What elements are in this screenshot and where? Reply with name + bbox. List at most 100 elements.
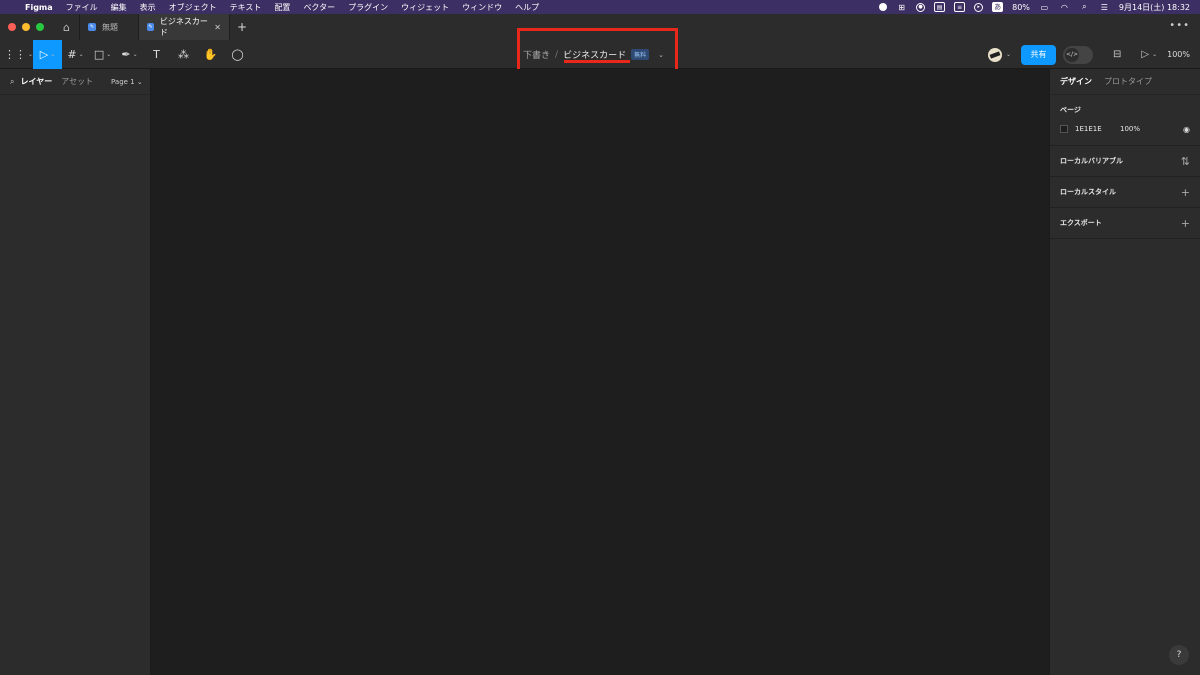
menu-file[interactable]: ファイル	[66, 2, 98, 13]
main-menu-button[interactable]: ⋮⋮ ⌄	[4, 40, 33, 69]
components-icon: ⁂	[178, 48, 190, 61]
tab-prototype[interactable]: プロトタイプ	[1104, 76, 1152, 87]
page-section-title: ページ	[1060, 106, 1081, 114]
note-status-icon[interactable]: ≡	[954, 2, 966, 12]
figma-file-icon: ✎	[147, 23, 154, 31]
more-options-icon[interactable]: •••	[1169, 20, 1190, 31]
section-title: ローカルバリアブル	[1060, 157, 1123, 165]
avatar[interactable]	[987, 47, 1002, 62]
tab-business-card[interactable]: ✎ ビジネスカード ✕	[139, 14, 230, 40]
share-button[interactable]: 共有	[1021, 44, 1056, 65]
chevron-down-icon: ⌄	[132, 51, 138, 58]
battery-percent[interactable]: 80%	[1012, 3, 1030, 12]
highlight-underline	[564, 60, 630, 63]
menu-arrange[interactable]: 配置	[274, 2, 290, 13]
design-panel: デザイン プロトタイプ ページ 1E1E1E 100% ◉ ローカルバリアブル …	[1049, 69, 1200, 675]
design-panel-tabs: デザイン プロトタイプ	[1050, 69, 1200, 95]
menu-view[interactable]: 表示	[140, 2, 156, 13]
chevron-down-icon: ⌄	[136, 77, 143, 86]
code-icon: </>	[1065, 47, 1079, 62]
pen-icon: ✒	[121, 48, 131, 61]
menu-edit[interactable]: 編集	[111, 2, 127, 13]
pen-tool-button[interactable]: ✒ ⌄	[116, 40, 143, 69]
tab-untitled[interactable]: ✎ 無題	[80, 14, 139, 40]
zoom-window-icon[interactable]	[36, 23, 44, 31]
input-method-icon[interactable]: あ	[992, 2, 1004, 12]
tab-layers[interactable]: レイヤー	[20, 76, 52, 87]
move-tool-button[interactable]: ▷ ⌄	[33, 40, 63, 69]
toolbar-right: ⌄ 共有 </> ⊟ ▷ ⌄ 100%	[987, 40, 1200, 69]
layers-panel: ⌕ レイヤー アセット Page 1 ⌄	[0, 69, 151, 675]
section-title: ローカルスタイル	[1060, 188, 1116, 196]
dev-mode-toggle[interactable]: </>	[1063, 45, 1093, 64]
extension-status-icon[interactable]: ●	[916, 2, 926, 12]
menu-object[interactable]: オブジェクト	[169, 2, 217, 13]
layers-panel-header: ⌕ レイヤー アセット Page 1 ⌄	[0, 69, 150, 95]
hand-tool-button[interactable]: ✋	[197, 40, 224, 69]
play-status-icon[interactable]: ▸	[974, 2, 984, 12]
wifi-icon[interactable]: ◠	[1059, 2, 1070, 12]
search-icon[interactable]: ⌕	[10, 77, 14, 87]
spotlight-search-icon[interactable]: ⌕	[1079, 2, 1090, 12]
menu-widgets[interactable]: ウィジェット	[401, 2, 449, 13]
app-menu[interactable]: Figma	[25, 3, 53, 12]
text-tool-button[interactable]: T	[143, 40, 170, 69]
present-icon[interactable]: ▷	[1141, 49, 1149, 60]
window-controls	[0, 23, 44, 31]
close-window-icon[interactable]	[8, 23, 16, 31]
eye-icon[interactable]: ◉	[1183, 125, 1190, 134]
cursor-icon: ▷	[39, 48, 49, 61]
local-styles-section[interactable]: ローカルスタイル +	[1050, 177, 1200, 208]
help-button[interactable]: ?	[1169, 645, 1189, 665]
comment-tool-button[interactable]: ◯	[224, 40, 251, 69]
menu-window[interactable]: ウィンドウ	[462, 2, 502, 13]
home-icon[interactable]: ⌂	[54, 14, 80, 40]
menu-vector[interactable]: ベクター	[303, 2, 335, 13]
calendar-status-icon[interactable]: ▤	[934, 2, 946, 12]
canvas[interactable]	[151, 69, 1049, 675]
library-icon[interactable]: ⊟	[1113, 49, 1121, 60]
figma-status-icon[interactable]: ⊞	[896, 2, 907, 12]
tab-label: ビジネスカード	[159, 17, 208, 37]
hand-icon: ✋	[203, 48, 218, 61]
comment-icon: ◯	[231, 48, 244, 61]
section-title: エクスポート	[1060, 219, 1102, 227]
color-swatch[interactable]	[1060, 125, 1068, 133]
page-background-row[interactable]: 1E1E1E 100% ◉	[1060, 125, 1190, 134]
frame-tool-button[interactable]: # ⌄	[62, 40, 89, 69]
menu-text[interactable]: テキスト	[230, 2, 262, 13]
background-hex[interactable]: 1E1E1E	[1075, 125, 1102, 133]
export-section[interactable]: エクスポート +	[1050, 208, 1200, 239]
tab-design[interactable]: デザイン	[1060, 76, 1092, 87]
figma-logo-icon: ⋮⋮	[4, 48, 26, 61]
minimize-window-icon[interactable]	[22, 23, 30, 31]
tab-label: 無題	[102, 22, 118, 32]
background-opacity[interactable]: 100%	[1120, 125, 1140, 133]
menu-plugins[interactable]: プラグイン	[348, 2, 388, 13]
local-variables-section[interactable]: ローカルバリアブル ⇅	[1050, 146, 1200, 177]
record-status-icon[interactable]	[879, 3, 888, 11]
close-tab-icon[interactable]: ✕	[214, 23, 221, 32]
figma-file-icon: ✎	[88, 23, 96, 31]
add-icon[interactable]: +	[1181, 186, 1190, 199]
control-center-icon[interactable]: ☰	[1099, 2, 1110, 12]
chevron-down-icon[interactable]: ⌄	[1152, 51, 1157, 58]
menu-help[interactable]: ヘルプ	[515, 2, 539, 13]
page-selector[interactable]: Page 1 ⌄	[111, 78, 143, 86]
add-icon[interactable]: +	[1181, 217, 1190, 230]
macos-menubar: Figma ファイル 編集 表示 オブジェクト テキスト 配置 ベクター プラグ…	[0, 0, 1200, 14]
battery-icon[interactable]: ▭	[1039, 2, 1050, 12]
chevron-down-icon[interactable]: ⌄	[1006, 51, 1011, 58]
new-tab-icon[interactable]: +	[230, 14, 254, 40]
zoom-level[interactable]: 100%	[1167, 50, 1190, 59]
tab-assets[interactable]: アセット	[61, 76, 93, 87]
page-selector-label: Page 1	[111, 77, 135, 86]
shape-tool-button[interactable]: □ ⌄	[89, 40, 116, 69]
chevron-down-icon: ⌄	[78, 51, 84, 58]
frame-icon: #	[67, 48, 77, 61]
text-icon: T	[153, 48, 160, 61]
page-section: ページ 1E1E1E 100% ◉	[1050, 95, 1200, 146]
menubar-clock[interactable]: 9月14日(土) 18:32	[1119, 2, 1190, 13]
settings-sliders-icon[interactable]: ⇅	[1181, 155, 1190, 168]
resources-button[interactable]: ⁂	[170, 40, 197, 69]
